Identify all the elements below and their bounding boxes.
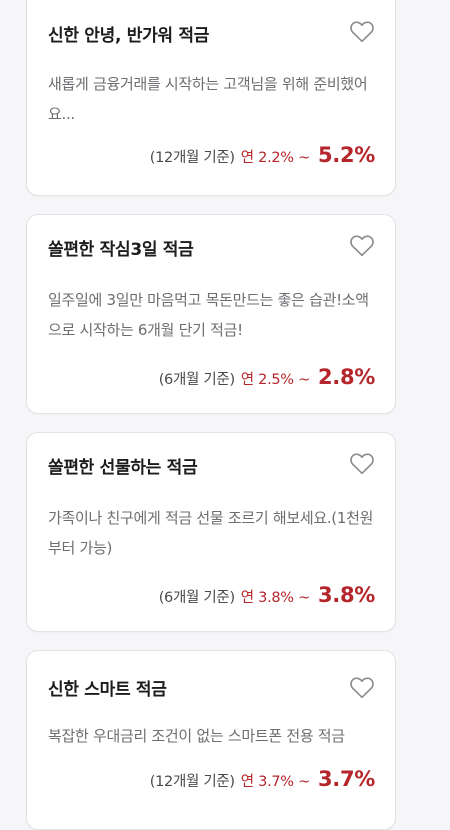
product-title: 쏠편한 선물하는 적금 bbox=[48, 458, 198, 478]
rate-row: (12개월 기준) 연 3.7% ~ 3.7% bbox=[149, 767, 376, 791]
product-card[interactable]: 신한 스마트 적금 복잡한 우대금리 조건이 없는 스마트폰 전용 적금 (12… bbox=[26, 650, 396, 830]
heart-outline-icon[interactable] bbox=[349, 451, 375, 475]
product-title: 쏠편한 작심3일 적금 bbox=[48, 240, 194, 260]
rate-max: 2.8% bbox=[317, 365, 375, 389]
rate-range: 연 2.2% ~ bbox=[240, 150, 310, 166]
heart-outline-icon[interactable] bbox=[349, 233, 375, 257]
rate-period: (6개월 기준) bbox=[158, 590, 235, 606]
product-card[interactable]: 신한 안녕, 반가워 적금 새롭게 금융거래를 시작하는 고객님을 위해 준비했… bbox=[26, 0, 396, 196]
product-card[interactable]: 쏠편한 작심3일 적금 일주일에 3일만 마음먹고 목돈만드는 좋은 습관!소액… bbox=[26, 214, 396, 414]
rate-row: (12개월 기준) 연 2.2% ~ 5.2% bbox=[149, 143, 376, 167]
rate-period: (12개월 기준) bbox=[149, 150, 235, 166]
heart-outline-icon[interactable] bbox=[349, 675, 375, 699]
product-description: 가족이나 친구에게 적금 선물 조르기 해보세요.(1천원부터 가능) bbox=[48, 509, 374, 557]
product-card[interactable]: 쏠편한 선물하는 적금 가족이나 친구에게 적금 선물 조르기 해보세요.(1천… bbox=[26, 432, 396, 632]
product-description: 일주일에 3일만 마음먹고 목돈만드는 좋은 습관!소액으로 시작하는 6개월 … bbox=[48, 291, 369, 339]
rate-row: (6개월 기준) 연 2.5% ~ 2.8% bbox=[158, 365, 376, 389]
product-description: 복잡한 우대금리 조건이 없는 스마트폰 전용 적금 bbox=[48, 727, 345, 745]
rate-max: 3.7% bbox=[317, 767, 375, 791]
product-title: 신한 스마트 적금 bbox=[48, 680, 167, 700]
product-description: 새롭게 금융거래를 시작하는 고객님을 위해 준비했어요... bbox=[48, 75, 368, 123]
rate-row: (6개월 기준) 연 3.8% ~ 3.8% bbox=[158, 583, 376, 607]
rate-max: 3.8% bbox=[317, 583, 375, 607]
rate-period: (6개월 기준) bbox=[158, 372, 235, 388]
rate-range: 연 3.7% ~ bbox=[240, 774, 310, 790]
rate-range: 연 3.8% ~ bbox=[240, 590, 310, 606]
rate-period: (12개월 기준) bbox=[149, 774, 235, 790]
rate-max: 5.2% bbox=[317, 143, 375, 167]
product-title: 신한 안녕, 반가워 적금 bbox=[48, 26, 210, 46]
rate-range: 연 2.5% ~ bbox=[240, 372, 310, 388]
heart-outline-icon[interactable] bbox=[349, 19, 375, 43]
